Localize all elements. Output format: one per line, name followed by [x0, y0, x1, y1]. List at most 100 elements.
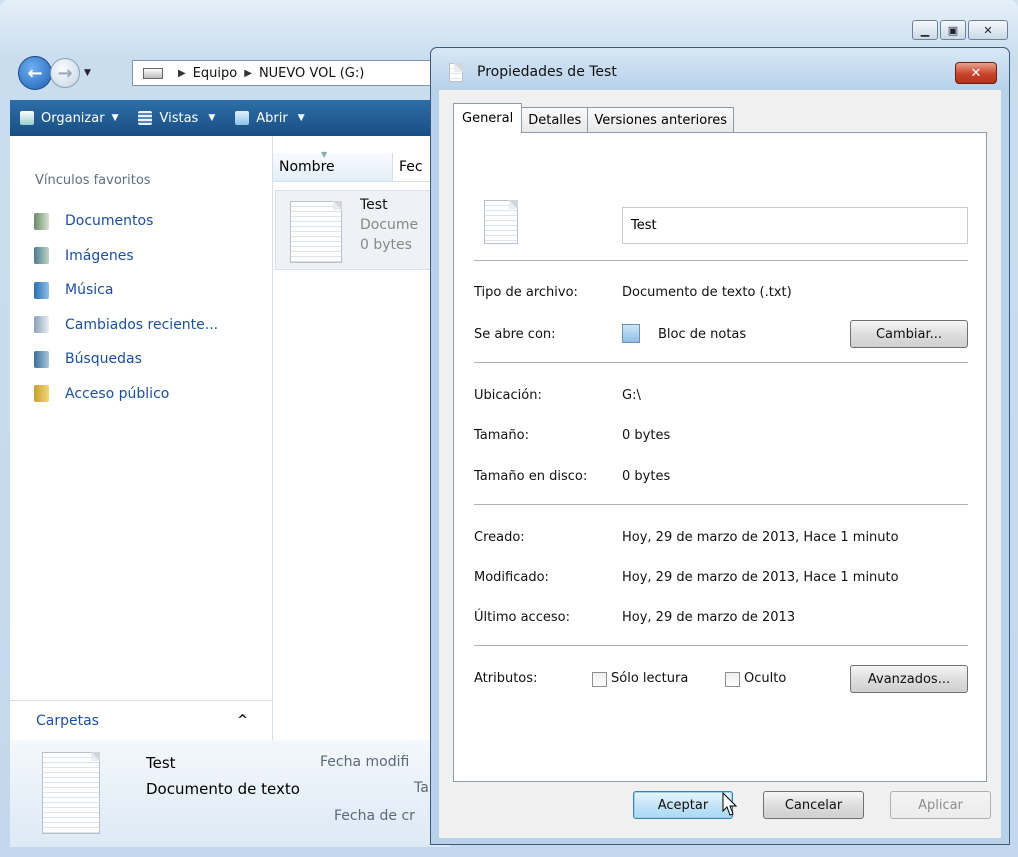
- divider: [474, 362, 968, 363]
- organize-button[interactable]: Organizar ▼: [10, 100, 128, 136]
- file-item-name: Test: [360, 197, 388, 213]
- public-folder-icon: [34, 385, 49, 403]
- chevron-down-icon: ▼: [208, 113, 216, 123]
- sort-indicator-icon: ▼: [321, 150, 328, 159]
- sidebar-item-searches[interactable]: Búsquedas: [34, 342, 218, 377]
- file-item-size: 0 bytes: [360, 237, 412, 253]
- chevron-up-icon: ^: [237, 713, 248, 728]
- apply-button[interactable]: Aplicar: [890, 791, 991, 819]
- recent-icon: [34, 316, 49, 334]
- readonly-checkbox[interactable]: [592, 672, 607, 687]
- text-document-icon: [42, 752, 100, 834]
- modified-label: Modificado:: [474, 570, 549, 585]
- dialog-close-button[interactable]: ✕: [955, 62, 997, 84]
- window-caption-buttons: ▁ ▣ ✕: [912, 20, 1008, 42]
- forward-arrow-icon: →: [57, 62, 73, 84]
- views-icon: [138, 111, 153, 125]
- minimize-button[interactable]: ▁: [912, 20, 938, 40]
- notepad-icon: [235, 111, 250, 125]
- last-accessed-value: Hoy, 29 de marzo de 2013: [622, 610, 796, 625]
- advanced-button[interactable]: Avanzados...: [850, 665, 968, 693]
- sidebar-item-pictures[interactable]: Imágenes: [34, 239, 218, 274]
- created-label: Creado:: [474, 530, 525, 545]
- music-icon: [34, 281, 49, 299]
- properties-dialog: Propiedades de Test ✕ General Detalles V…: [430, 47, 1010, 845]
- size-on-disk-value: 0 bytes: [622, 469, 671, 484]
- drive-icon: [143, 67, 163, 79]
- column-header-date-label: Fec: [399, 159, 423, 175]
- address-bar[interactable]: ▶ Equipo ▶ NUEVO VOL (G:): [132, 60, 442, 86]
- column-header-name[interactable]: ▼ Nombre: [273, 150, 393, 181]
- sidebar-item-label: Música: [65, 282, 114, 299]
- column-header-date[interactable]: Fec: [393, 153, 423, 181]
- tab-general[interactable]: General: [453, 103, 523, 133]
- details-modified-label: Fecha modifi: [320, 754, 410, 770]
- chevron-down-icon: ▼: [297, 113, 305, 123]
- size-label: Tamaño:: [474, 428, 529, 443]
- sidebar-item-label: Cambiados reciente...: [65, 316, 219, 333]
- views-label: Vistas: [159, 110, 199, 126]
- recent-pages-dropdown-icon[interactable]: ▼: [84, 68, 91, 78]
- size-value: 0 bytes: [622, 428, 671, 443]
- dialog-body: General Detalles Versiones anteriores Te…: [439, 90, 1001, 838]
- breadcrumb-drive[interactable]: NUEVO VOL (G:): [259, 66, 364, 81]
- mouse-cursor-icon: [722, 792, 738, 816]
- views-button[interactable]: Vistas ▼: [128, 100, 225, 136]
- last-accessed-label: Último acceso:: [474, 610, 570, 625]
- text-document-icon: [484, 200, 518, 244]
- text-document-icon: [290, 201, 342, 263]
- attributes-label: Atributos:: [474, 671, 538, 686]
- tab-previous-versions[interactable]: Versiones anteriores: [587, 107, 735, 133]
- sidebar-item-label: Acceso público: [65, 385, 170, 402]
- created-value: Hoy, 29 de marzo de 2013, Hace 1 minuto: [622, 530, 899, 545]
- size-on-disk-label: Tamaño en disco:: [474, 469, 588, 484]
- sidebar-item-documents[interactable]: Documentos: [34, 204, 218, 239]
- forward-button[interactable]: →: [50, 58, 80, 88]
- searches-icon: [34, 350, 49, 368]
- documents-icon: [34, 212, 49, 230]
- hidden-label[interactable]: Oculto: [744, 671, 786, 686]
- change-button[interactable]: Cambiar...: [850, 320, 968, 348]
- breadcrumb-separator-icon[interactable]: ▶: [244, 68, 252, 79]
- back-button[interactable]: ←: [18, 56, 52, 90]
- command-toolbar: Organizar ▼ Vistas ▼ Abrir ▼: [10, 100, 450, 136]
- navigation-pane: Vínculos favoritos Documentos Imágenes M…: [10, 136, 273, 740]
- favorite-links-header: Vínculos favoritos: [35, 173, 151, 188]
- breadcrumb-computer[interactable]: Equipo: [193, 66, 238, 81]
- divider: [474, 504, 968, 505]
- favorite-links-list: Documentos Imágenes Música Cambiados rec…: [34, 204, 218, 411]
- open-label: Abrir: [256, 110, 288, 126]
- chevron-down-icon: ▼: [111, 113, 119, 123]
- sidebar-item-label: Búsquedas: [65, 351, 142, 368]
- folders-label: Carpetas: [36, 712, 99, 729]
- close-button[interactable]: ✕: [968, 20, 1008, 40]
- cancel-button[interactable]: Cancelar: [763, 791, 864, 819]
- opens-with-label: Se abre con:: [474, 327, 556, 342]
- sidebar-item-public[interactable]: Acceso público: [34, 377, 218, 412]
- sidebar-item-label: Imágenes: [65, 247, 134, 264]
- column-header-name-label: Nombre: [279, 159, 335, 175]
- tab-details[interactable]: Detalles: [521, 107, 589, 133]
- sidebar-item-music[interactable]: Música: [34, 273, 218, 308]
- file-type-value: Documento de texto (.txt): [622, 285, 792, 300]
- text-document-icon: [449, 63, 463, 82]
- readonly-label[interactable]: Sólo lectura: [611, 671, 688, 686]
- sidebar-item-label: Documentos: [65, 213, 154, 230]
- divider: [474, 260, 968, 261]
- hidden-checkbox[interactable]: [725, 672, 740, 687]
- details-file-type: Documento de texto: [146, 780, 300, 798]
- general-tab-panel: Test Tipo de archivo: Documento de texto…: [453, 132, 987, 782]
- maximize-button[interactable]: ▣: [940, 20, 966, 40]
- modified-value: Hoy, 29 de marzo de 2013, Hace 1 minuto: [622, 570, 899, 585]
- folders-toggle[interactable]: Carpetas ^: [10, 700, 272, 740]
- opens-with-value: Bloc de notas: [658, 327, 747, 342]
- navigation-buttons: ← → ▼: [18, 54, 91, 92]
- open-button[interactable]: Abrir ▼: [225, 100, 314, 136]
- filename-field[interactable]: Test: [622, 207, 968, 244]
- pictures-icon: [34, 247, 49, 265]
- sidebar-item-recent[interactable]: Cambiados reciente...: [34, 308, 218, 343]
- close-icon: ✕: [970, 65, 982, 81]
- file-type-label: Tipo de archivo:: [474, 285, 578, 300]
- location-label: Ubicación:: [474, 388, 542, 403]
- breadcrumb-separator-icon[interactable]: ▶: [178, 68, 186, 79]
